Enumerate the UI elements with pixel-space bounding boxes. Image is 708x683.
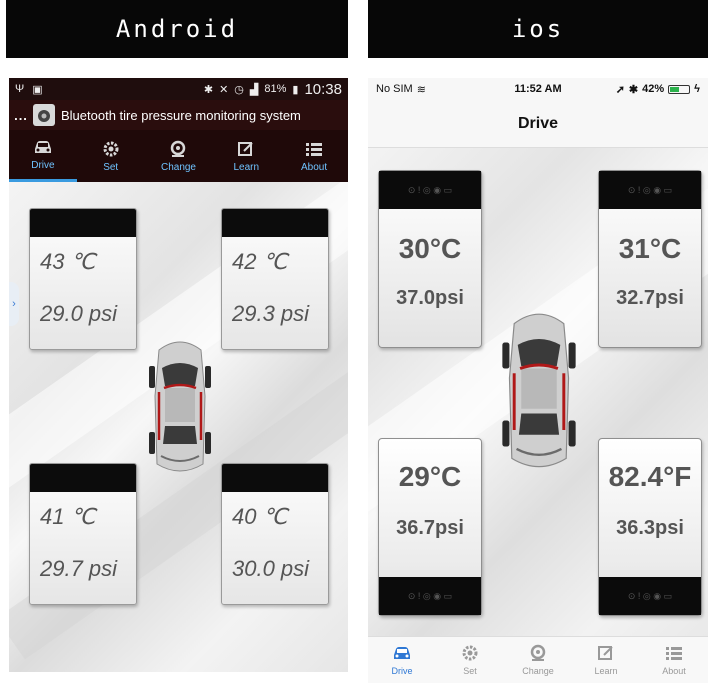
edit-icon [598, 646, 613, 660]
tire-temperature: 29°C [398, 461, 462, 492]
tire-pressure: 29.3 psi [232, 301, 310, 326]
tab-set-label: Set [103, 161, 119, 173]
tire-temperature: 43 ℃ [40, 249, 96, 274]
tab-learn-label: Learn [233, 161, 260, 173]
tire-pressure: 32.7psi [616, 287, 684, 309]
android-platform-title: Android [6, 0, 348, 58]
tab-set[interactable]: Set [77, 130, 145, 182]
tire-card-rear-left: 29°C 36.7psi ⊙ ! ◎ ◉ ▭ [378, 438, 482, 616]
signal-icon: ▟ [249, 83, 259, 96]
car-top-view-image [502, 313, 576, 468]
tire-temperature: 41 ℃ [40, 504, 96, 529]
app-title: Bluetooth tire pressure monitoring syste… [61, 107, 301, 123]
app-logo-icon [33, 104, 55, 126]
tab-change[interactable]: Change [504, 637, 572, 683]
tire-pressure: 36.3psi [616, 517, 684, 539]
tire-pressure: 37.0psi [396, 287, 464, 309]
android-drive-view: › 43 ℃ 29.0 psi 42 ℃ 29.3 psi 41 ℃ 29.7 … [9, 182, 348, 672]
usb-icon: Ψ [15, 82, 25, 95]
gear-icon [103, 141, 119, 156]
tire-card-header [30, 464, 136, 492]
gear-icon [462, 645, 478, 661]
android-tab-bar: Drive Set Change Learn About [9, 130, 348, 182]
tab-set[interactable]: Set [436, 637, 504, 683]
tab-drive-label: Drive [31, 160, 55, 171]
battery-text: 81% [264, 83, 287, 95]
tire-pressure: 36.7psi [396, 517, 464, 539]
status-time: 11:52 AM [514, 83, 562, 95]
sensor-status-icons: ⊙ ! ◎ ◉ ▭ [599, 171, 701, 209]
tire-card-front-left: ⊙ ! ◎ ◉ ▭ 30°C 37.0psi [378, 170, 482, 348]
sensor-status-icons: ⊙ ! ◎ ◉ ▭ [599, 577, 701, 615]
tire-icon [171, 140, 186, 157]
alarm-icon: ◷ [234, 83, 244, 96]
tab-about[interactable]: About [640, 637, 708, 683]
battery-icon: ▮ [292, 83, 299, 96]
tab-drive-label: Drive [391, 666, 413, 676]
nav-title: Drive [517, 114, 559, 132]
tire-card-rear-right: 40 ℃ 30.0 psi [221, 463, 329, 605]
tab-change-label: Change [160, 161, 196, 173]
tab-learn[interactable]: Learn [212, 130, 280, 182]
car-icon [34, 141, 51, 153]
mute-icon: ✕ [219, 83, 229, 96]
tire-card-header [30, 209, 136, 237]
car-top-view-image [149, 341, 211, 472]
tire-card-rear-left: 41 ℃ 29.7 psi [29, 463, 137, 605]
ios-nav-bar: Drive [368, 100, 708, 148]
sensor-status-icons: ⊙ ! ◎ ◉ ▭ [379, 577, 481, 615]
tab-about-label: About [301, 161, 328, 173]
tire-card-front-right: ⊙ ! ◎ ◉ ▭ 31°C 32.7psi [598, 170, 702, 348]
car-icon [394, 647, 410, 659]
battery-icon [668, 84, 691, 94]
tab-drive[interactable]: Drive [368, 637, 436, 683]
status-time: 10:38 [304, 80, 342, 98]
ios-tab-bar: Drive Set Change Learn About [368, 636, 708, 683]
android-panel: Android Ψ ▣ ✱ ✕ ◷ ▟ 81% ▮ 10:38 ... Blue… [6, 0, 348, 683]
ios-platform-title: ios [368, 0, 708, 58]
tab-drive[interactable]: Drive [9, 130, 77, 182]
android-app-titlebar: ... Bluetooth tire pressure monitoring s… [9, 100, 348, 130]
tire-card-front-left: 43 ℃ 29.0 psi [29, 208, 137, 350]
tab-learn[interactable]: Learn [572, 637, 640, 683]
sensor-status-icons: ⊙ ! ◎ ◉ ▭ [379, 171, 481, 209]
tire-temperature: 31°C [618, 233, 682, 264]
tire-temperature: 82.4°F [608, 461, 692, 492]
tire-card-front-right: 42 ℃ 29.3 psi [221, 208, 329, 350]
tab-set-label: Set [463, 666, 477, 676]
overflow-menu-icon[interactable]: ... [9, 108, 33, 123]
tire-temperature: 42 ℃ [232, 249, 288, 274]
tire-icon [530, 644, 546, 661]
image-icon: ▣ [32, 83, 43, 96]
list-icon [666, 647, 682, 660]
ios-status-bar: No SIM ≋ 11:52 AM ➚ ✱ 42% ϟ [368, 78, 708, 100]
tab-learn-label: Learn [594, 666, 618, 676]
list-icon [306, 142, 323, 156]
tire-pressure: 30.0 psi [232, 556, 310, 581]
tab-change-label: Change [522, 666, 554, 676]
android-status-bar: Ψ ▣ ✱ ✕ ◷ ▟ 81% ▮ 10:38 [9, 78, 348, 100]
tire-pressure: 29.0 psi [40, 301, 118, 326]
tire-card-header [222, 464, 328, 492]
ios-drive-view: ⊙ ! ◎ ◉ ▭ 30°C 37.0psi ⊙ ! ◎ ◉ ▭ 31°C 32… [368, 148, 708, 636]
tire-pressure: 29.7 psi [40, 556, 118, 581]
ios-panel: ios No SIM ≋ 11:52 AM ➚ ✱ 42% ϟ Drive ⊙ … [368, 0, 708, 683]
tab-about-label: About [662, 666, 686, 676]
tire-temperature: 40 ℃ [232, 504, 288, 529]
tab-about[interactable]: About [280, 130, 348, 182]
tire-temperature: 30°C [398, 233, 462, 264]
bluetooth-icon: ✱ [203, 83, 214, 96]
edit-icon [238, 141, 253, 156]
tire-card-header [222, 209, 328, 237]
tab-change[interactable]: Change [145, 130, 213, 182]
side-drawer-handle[interactable]: › [9, 282, 19, 326]
tire-card-rear-right: 82.4°F 36.3psi ⊙ ! ◎ ◉ ▭ [598, 438, 702, 616]
